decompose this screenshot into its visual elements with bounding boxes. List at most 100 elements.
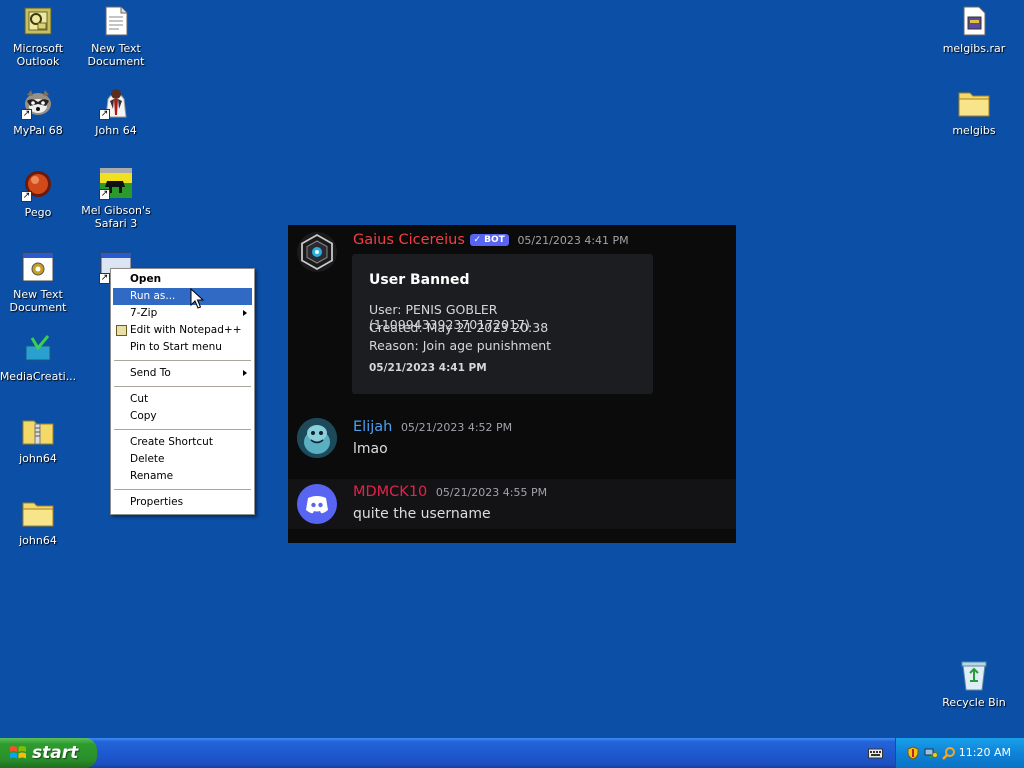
mouse-pointer-icon — [190, 288, 204, 309]
notepad-plus-plus-icon — [116, 325, 127, 336]
desktop-icon-new-text-document-2[interactable]: New Text Document — [0, 250, 76, 314]
search-magnifier-icon[interactable] — [942, 746, 956, 760]
network-status-icon[interactable] — [924, 746, 938, 760]
desktop-icon-label: MyPal 68 — [13, 124, 63, 137]
menu-item-7zip[interactable]: 7-Zip — [113, 305, 252, 322]
zip-folder-icon — [21, 414, 55, 448]
menu-item-properties[interactable]: Properties — [113, 494, 252, 511]
desktop-icon-label: Microsoft Outlook — [12, 42, 64, 68]
menu-item-label: Send To — [130, 367, 171, 379]
text-document-icon — [99, 4, 133, 38]
folder-icon — [21, 496, 55, 530]
desktop-icon-label: John 64 — [95, 124, 137, 137]
message-header: MDMCK10 05/21/2023 4:55 PM — [353, 484, 547, 500]
desktop-icon-label: MediaCreati... — [0, 370, 77, 383]
desktop-icon-label: john64 — [19, 452, 57, 465]
desktop-icon-microsoft-outlook[interactable]: Microsoft Outlook — [0, 4, 76, 68]
message-content: lmao — [353, 441, 388, 457]
message-elijah: Elijah 05/21/2023 4:52 PM lmao — [288, 410, 736, 470]
desktop-icon-new-text-document[interactable]: New Text Document — [78, 4, 154, 68]
menu-item-open[interactable]: Open — [113, 271, 252, 288]
desktop-icon-media-creation[interactable]: MediaCreati... — [0, 332, 76, 383]
shortcut-arrow-icon: ↗ — [21, 109, 32, 120]
mypal-raccoon-icon: ↗ — [21, 86, 55, 120]
security-shield-icon[interactable] — [906, 746, 920, 760]
desktop-icon-melgibs-folder[interactable]: melgibs — [936, 86, 1012, 137]
language-bar-keyboard-icon[interactable] — [868, 747, 883, 759]
desktop-icon-john64-folder[interactable]: john64 — [0, 496, 76, 547]
message-timestamp: 05/21/2023 4:41 PM — [517, 234, 629, 247]
john-64-icon: ↗ — [99, 86, 133, 120]
desktop-icon-melgibs-rar[interactable]: melgibs.rar — [936, 4, 1012, 55]
shortcut-arrow-icon: ↗ — [99, 273, 110, 284]
shortcut-arrow-icon: ↗ — [99, 109, 110, 120]
desktop-icon-label: Recycle Bin — [942, 696, 1006, 709]
author-name[interactable]: Gaius Cicereius — [353, 232, 465, 248]
taskbar: start 11:20 AM — [0, 738, 1024, 768]
embed-footer-timestamp: 05/21/2023 4:41 PM — [369, 362, 487, 374]
folder-icon — [957, 86, 991, 120]
menu-item-edit-with-notepad[interactable]: Edit with Notepad++ — [113, 322, 252, 339]
avatar[interactable] — [297, 232, 337, 272]
menu-item-label: 7-Zip — [130, 307, 158, 319]
menu-item-send-to[interactable]: Send To — [113, 365, 252, 382]
desktop-icon-pego[interactable]: ↗ Pego — [0, 168, 76, 219]
embed-card: User Banned User: PENIS GOBLER (11099433… — [352, 254, 653, 394]
menu-item-delete[interactable]: Delete — [113, 451, 252, 468]
system-tray: 11:20 AM — [895, 738, 1024, 768]
desktop-icon-mel-gibsons-safari-3[interactable]: ↗ Mel Gibson's Safari 3 — [78, 166, 154, 230]
desktop-icon-john64-zip[interactable]: john64 — [0, 414, 76, 465]
desktop-icon-label: melgibs — [952, 124, 996, 137]
desktop-icon-label: Mel Gibson's Safari 3 — [81, 204, 151, 230]
rar-file-icon — [957, 4, 991, 38]
start-label: start — [32, 743, 79, 763]
bot-badge: ✓ BOT — [469, 234, 509, 246]
safari-game-icon: ↗ — [99, 166, 133, 200]
menu-item-copy[interactable]: Copy — [113, 408, 252, 425]
message-timestamp: 05/21/2023 4:52 PM — [400, 421, 513, 434]
submenu-arrow-icon — [243, 370, 247, 376]
avatar[interactable] — [297, 418, 337, 458]
message-mdmck10: MDMCK10 05/21/2023 4:55 PM quite the use… — [288, 479, 736, 529]
message-timestamp: 05/21/2023 4:55 PM — [435, 486, 548, 499]
shortcut-arrow-icon: ↗ — [21, 191, 32, 202]
menu-separator — [114, 489, 251, 490]
menu-item-label: Edit with Notepad++ — [130, 324, 242, 336]
desktop-icon-label: New Text Document — [9, 288, 67, 314]
start-button[interactable]: start — [0, 738, 97, 768]
message-bot-ban: Gaius Cicereius ✓ BOT 05/21/2023 4:41 PM… — [288, 225, 736, 407]
submenu-arrow-icon — [243, 310, 247, 316]
desktop-icon-label: New Text Document — [87, 42, 145, 68]
message-header: Gaius Cicereius ✓ BOT 05/21/2023 4:41 PM — [353, 232, 629, 248]
desktop-icon-recycle-bin[interactable]: Recycle Bin — [936, 658, 1012, 709]
windows-logo-icon — [10, 746, 26, 759]
media-creation-icon — [21, 332, 55, 366]
desktop-icon-label: melgibs.rar — [942, 42, 1006, 55]
menu-separator — [114, 386, 251, 387]
taskbar-clock[interactable]: 11:20 AM — [959, 746, 1011, 759]
pego-icon: ↗ — [21, 168, 55, 202]
menu-item-run-as[interactable]: Run as... — [113, 288, 252, 305]
author-name[interactable]: Elijah — [353, 419, 392, 435]
menu-item-cut[interactable]: Cut — [113, 391, 252, 408]
discord-message-panel: Gaius Cicereius ✓ BOT 05/21/2023 4:41 PM… — [288, 225, 736, 543]
embed-title: User Banned — [369, 272, 470, 288]
menu-item-create-shortcut[interactable]: Create Shortcut — [113, 434, 252, 451]
recycle-bin-icon — [957, 658, 991, 692]
menu-item-pin-to-start[interactable]: Pin to Start menu — [113, 339, 252, 356]
discord-default-avatar-icon[interactable] — [297, 484, 337, 524]
context-menu: Open Run as... 7-Zip Edit with Notepad++… — [110, 268, 255, 515]
message-content: quite the username — [353, 506, 491, 522]
embed-created-line: Created: May 21 2023 20:38 — [369, 320, 549, 335]
author-name[interactable]: MDMCK10 — [353, 484, 427, 500]
menu-item-rename[interactable]: Rename — [113, 468, 252, 485]
desktop-icon-label: john64 — [19, 534, 57, 547]
desktop-icon-john-64[interactable]: ↗ John 64 — [78, 86, 154, 137]
shortcut-arrow-icon: ↗ — [99, 189, 110, 200]
desktop-icon-mypal-68[interactable]: ↗ MyPal 68 — [0, 86, 76, 137]
embed-reason-line: Reason: Join age punishment — [369, 338, 552, 353]
menu-separator — [114, 429, 251, 430]
outlook-icon — [21, 4, 55, 38]
message-header: Elijah 05/21/2023 4:52 PM — [353, 419, 512, 435]
settings-window-icon — [21, 250, 55, 284]
